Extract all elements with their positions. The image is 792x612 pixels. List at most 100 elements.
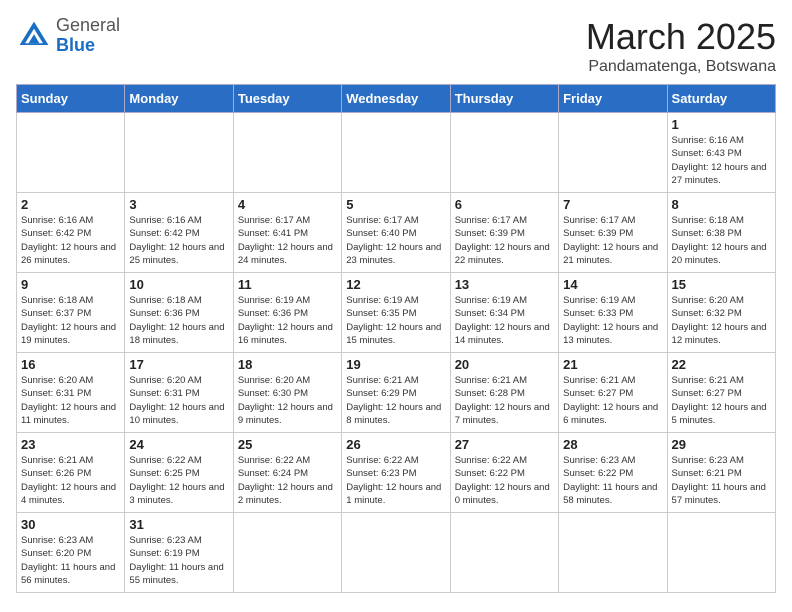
calendar-cell: 22Sunrise: 6:21 AM Sunset: 6:27 PM Dayli… xyxy=(667,353,775,433)
day-number: 15 xyxy=(672,277,771,292)
day-info: Sunrise: 6:17 AM Sunset: 6:39 PM Dayligh… xyxy=(455,214,554,267)
calendar-cell: 21Sunrise: 6:21 AM Sunset: 6:27 PM Dayli… xyxy=(559,353,667,433)
calendar-cell: 25 Sunrise: 6:22 AM Sunset: 6:24 PM Dayli… xyxy=(233,433,341,513)
calendar-cell: 24 Sunrise: 6:22 AM Sunset: 6:25 PM Dayli… xyxy=(125,433,233,513)
day-info: Sunrise: 6:19 AM Sunset: 6:36 PM Dayligh… xyxy=(238,294,337,347)
day-number: 29 xyxy=(672,437,771,452)
calendar-cell: 5 Sunrise: 6:17 AM Sunset: 6:40 PM Daylig… xyxy=(342,193,450,273)
calendar-cell: 19Sunrise: 6:21 AM Sunset: 6:29 PM Dayli… xyxy=(342,353,450,433)
day-info: Sunrise: 6:17 AM Sunset: 6:39 PM Dayligh… xyxy=(563,214,662,267)
day-info: Sunrise: 6:23 AM Sunset: 6:19 PM Dayligh… xyxy=(129,534,228,587)
header-day-friday: Friday xyxy=(559,85,667,113)
week-row-5: 30 Sunrise: 6:23 AM Sunset: 6:20 PM Dayli… xyxy=(17,513,776,593)
logo-icon xyxy=(16,18,52,54)
day-number: 27 xyxy=(455,437,554,452)
day-info: Sunrise: 6:16 AM Sunset: 6:43 PM Dayligh… xyxy=(672,134,771,187)
calendar-cell: 17 Sunrise: 6:20 AM Sunset: 6:31 PM Dayli… xyxy=(125,353,233,433)
day-number: 22 xyxy=(672,357,771,372)
header-day-sunday: Sunday xyxy=(17,85,125,113)
day-info: Sunrise: 6:21 AM Sunset: 6:27 PM Dayligh… xyxy=(563,374,662,427)
calendar-cell: 8Sunrise: 6:18 AM Sunset: 6:38 PM Daylig… xyxy=(667,193,775,273)
day-number: 14 xyxy=(563,277,662,292)
day-info: Sunrise: 6:16 AM Sunset: 6:42 PM Dayligh… xyxy=(129,214,228,267)
calendar-cell: 10Sunrise: 6:18 AM Sunset: 6:36 PM Dayli… xyxy=(125,273,233,353)
day-info: Sunrise: 6:20 AM Sunset: 6:31 PM Dayligh… xyxy=(21,374,120,427)
day-info: Sunrise: 6:19 AM Sunset: 6:33 PM Dayligh… xyxy=(563,294,662,347)
day-info: Sunrise: 6:21 AM Sunset: 6:29 PM Dayligh… xyxy=(346,374,445,427)
logo-text: General Blue xyxy=(56,16,120,56)
location-title: Pandamatenga, Botswana xyxy=(586,58,776,76)
calendar-cell: 31 Sunrise: 6:23 AM Sunset: 6:19 PM Dayli… xyxy=(125,513,233,593)
day-info: Sunrise: 6:23 AM Sunset: 6:22 PM Dayligh… xyxy=(563,454,662,507)
calendar-cell xyxy=(559,113,667,193)
day-info: Sunrise: 6:19 AM Sunset: 6:34 PM Dayligh… xyxy=(455,294,554,347)
calendar-cell xyxy=(559,513,667,593)
calendar-cell xyxy=(233,113,341,193)
day-info: Sunrise: 6:22 AM Sunset: 6:25 PM Dayligh… xyxy=(129,454,228,507)
calendar-cell: 16 Sunrise: 6:20 AM Sunset: 6:31 PM Dayli… xyxy=(17,353,125,433)
week-row-0: 1 Sunrise: 6:16 AM Sunset: 6:43 PM Daylig… xyxy=(17,113,776,193)
calendar-cell: 4Sunrise: 6:17 AM Sunset: 6:41 PM Daylig… xyxy=(233,193,341,273)
calendar-cell: 23 Sunrise: 6:21 AM Sunset: 6:26 PM Dayli… xyxy=(17,433,125,513)
day-number: 16 xyxy=(21,357,120,372)
header-day-thursday: Thursday xyxy=(450,85,558,113)
day-info: Sunrise: 6:17 AM Sunset: 6:40 PM Dayligh… xyxy=(346,214,445,267)
day-number: 18 xyxy=(238,357,337,372)
day-info: Sunrise: 6:18 AM Sunset: 6:38 PM Dayligh… xyxy=(672,214,771,267)
header-day-saturday: Saturday xyxy=(667,85,775,113)
day-number: 25 xyxy=(238,437,337,452)
day-number: 17 xyxy=(129,357,228,372)
calendar-cell: 11Sunrise: 6:19 AM Sunset: 6:36 PM Dayli… xyxy=(233,273,341,353)
calendar-cell xyxy=(17,113,125,193)
day-number: 31 xyxy=(129,517,228,532)
calendar-header: SundayMondayTuesdayWednesdayThursdayFrid… xyxy=(17,85,776,113)
week-row-2: 9 Sunrise: 6:18 AM Sunset: 6:37 PM Daylig… xyxy=(17,273,776,353)
calendar-cell xyxy=(450,513,558,593)
calendar-cell xyxy=(125,113,233,193)
header-day-tuesday: Tuesday xyxy=(233,85,341,113)
day-number: 13 xyxy=(455,277,554,292)
day-info: Sunrise: 6:22 AM Sunset: 6:23 PM Dayligh… xyxy=(346,454,445,507)
calendar-cell: 26 Sunrise: 6:22 AM Sunset: 6:23 PM Dayli… xyxy=(342,433,450,513)
calendar-cell: 20Sunrise: 6:21 AM Sunset: 6:28 PM Dayli… xyxy=(450,353,558,433)
day-number: 23 xyxy=(21,437,120,452)
calendar-cell xyxy=(450,113,558,193)
header-day-monday: Monday xyxy=(125,85,233,113)
week-row-1: 2Sunrise: 6:16 AM Sunset: 6:42 PM Daylig… xyxy=(17,193,776,273)
week-row-3: 16 Sunrise: 6:20 AM Sunset: 6:31 PM Dayli… xyxy=(17,353,776,433)
logo: General Blue xyxy=(16,16,120,56)
day-info: Sunrise: 6:23 AM Sunset: 6:20 PM Dayligh… xyxy=(21,534,120,587)
day-info: Sunrise: 6:22 AM Sunset: 6:24 PM Dayligh… xyxy=(238,454,337,507)
day-info: Sunrise: 6:16 AM Sunset: 6:42 PM Dayligh… xyxy=(21,214,120,267)
calendar-cell xyxy=(342,113,450,193)
day-number: 26 xyxy=(346,437,445,452)
day-number: 30 xyxy=(21,517,120,532)
day-number: 3 xyxy=(129,197,228,212)
calendar-cell xyxy=(342,513,450,593)
day-number: 12 xyxy=(346,277,445,292)
day-number: 24 xyxy=(129,437,228,452)
day-info: Sunrise: 6:20 AM Sunset: 6:31 PM Dayligh… xyxy=(129,374,228,427)
day-number: 1 xyxy=(672,117,771,132)
day-info: Sunrise: 6:21 AM Sunset: 6:26 PM Dayligh… xyxy=(21,454,120,507)
header-day-wednesday: Wednesday xyxy=(342,85,450,113)
calendar-cell xyxy=(233,513,341,593)
day-number: 5 xyxy=(346,197,445,212)
day-number: 28 xyxy=(563,437,662,452)
month-title: March 2025 xyxy=(586,16,776,58)
calendar-cell: 1 Sunrise: 6:16 AM Sunset: 6:43 PM Daylig… xyxy=(667,113,775,193)
day-info: Sunrise: 6:20 AM Sunset: 6:32 PM Dayligh… xyxy=(672,294,771,347)
day-info: Sunrise: 6:20 AM Sunset: 6:30 PM Dayligh… xyxy=(238,374,337,427)
day-info: Sunrise: 6:18 AM Sunset: 6:37 PM Dayligh… xyxy=(21,294,120,347)
day-number: 9 xyxy=(21,277,120,292)
header-row: SundayMondayTuesdayWednesdayThursdayFrid… xyxy=(17,85,776,113)
calendar-cell: 27 Sunrise: 6:22 AM Sunset: 6:22 PM Dayli… xyxy=(450,433,558,513)
day-number: 4 xyxy=(238,197,337,212)
header: General Blue March 2025 Pandamatenga, Bo… xyxy=(16,16,776,76)
day-number: 6 xyxy=(455,197,554,212)
day-info: Sunrise: 6:22 AM Sunset: 6:22 PM Dayligh… xyxy=(455,454,554,507)
day-info: Sunrise: 6:23 AM Sunset: 6:21 PM Dayligh… xyxy=(672,454,771,507)
calendar-cell: 18 Sunrise: 6:20 AM Sunset: 6:30 PM Dayli… xyxy=(233,353,341,433)
day-number: 10 xyxy=(129,277,228,292)
day-info: Sunrise: 6:21 AM Sunset: 6:28 PM Dayligh… xyxy=(455,374,554,427)
